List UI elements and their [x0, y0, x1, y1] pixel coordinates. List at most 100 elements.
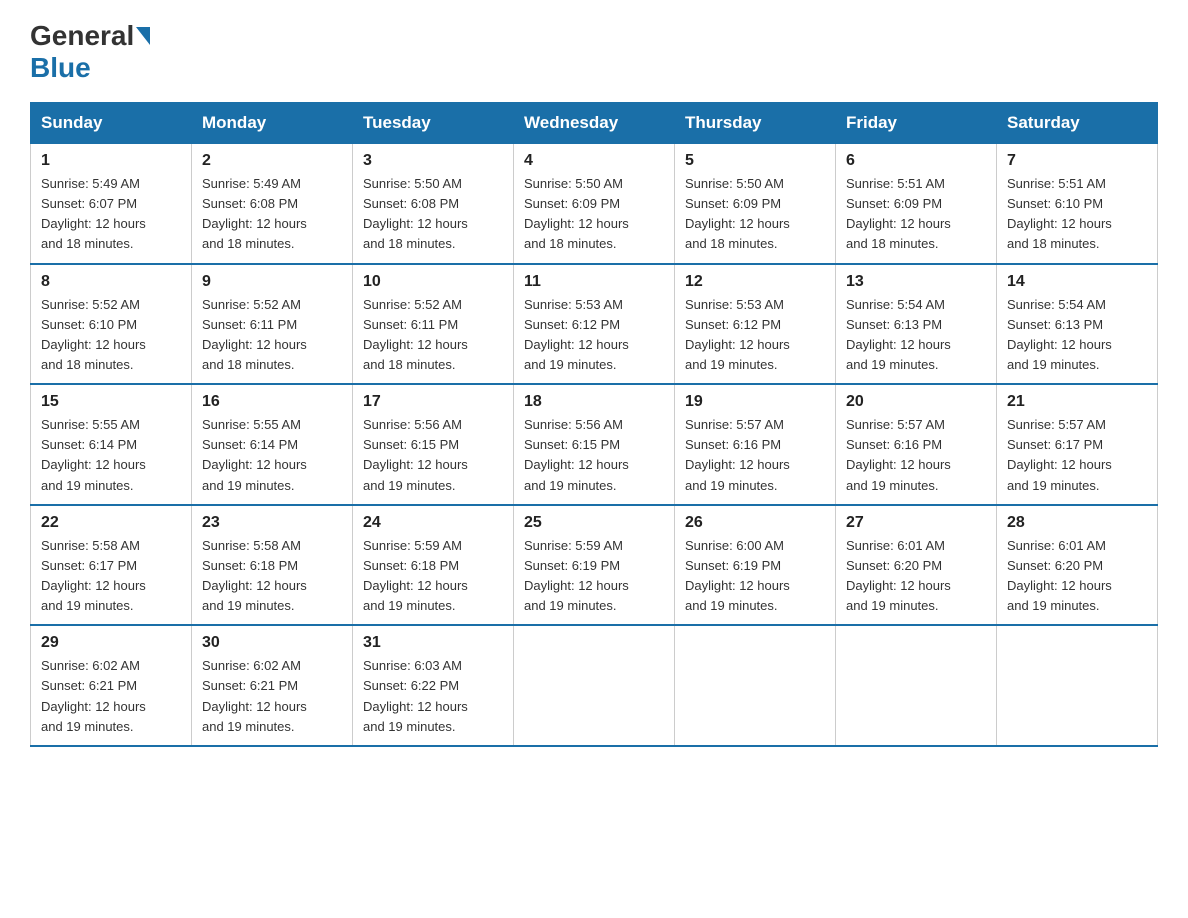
day-number: 19: [685, 393, 825, 411]
day-number: 28: [1007, 514, 1147, 532]
week-row-3: 15 Sunrise: 5:55 AMSunset: 6:14 PMDayligh…: [31, 384, 1158, 505]
calendar-table: SundayMondayTuesdayWednesdayThursdayFrid…: [30, 102, 1158, 747]
day-number: 11: [524, 273, 664, 291]
day-number: 21: [1007, 393, 1147, 411]
calendar-cell: 3 Sunrise: 5:50 AMSunset: 6:08 PMDaylight…: [353, 144, 514, 264]
day-number: 15: [41, 393, 181, 411]
calendar-cell: 11 Sunrise: 5:53 AMSunset: 6:12 PMDayligh…: [514, 264, 675, 385]
day-info: Sunrise: 5:53 AMSunset: 6:12 PMDaylight:…: [524, 295, 664, 376]
calendar-cell: [836, 625, 997, 746]
day-info: Sunrise: 5:54 AMSunset: 6:13 PMDaylight:…: [1007, 295, 1147, 376]
calendar-cell: 6 Sunrise: 5:51 AMSunset: 6:09 PMDaylight…: [836, 144, 997, 264]
day-info: Sunrise: 5:59 AMSunset: 6:18 PMDaylight:…: [363, 536, 503, 617]
day-number: 31: [363, 634, 503, 652]
day-number: 18: [524, 393, 664, 411]
day-info: Sunrise: 5:52 AMSunset: 6:11 PMDaylight:…: [202, 295, 342, 376]
calendar-cell: 14 Sunrise: 5:54 AMSunset: 6:13 PMDayligh…: [997, 264, 1158, 385]
day-number: 27: [846, 514, 986, 532]
calendar-cell: 24 Sunrise: 5:59 AMSunset: 6:18 PMDayligh…: [353, 505, 514, 626]
logo-blue-text: Blue: [30, 52, 91, 84]
day-info: Sunrise: 6:00 AMSunset: 6:19 PMDaylight:…: [685, 536, 825, 617]
day-number: 25: [524, 514, 664, 532]
day-number: 17: [363, 393, 503, 411]
day-info: Sunrise: 5:57 AMSunset: 6:17 PMDaylight:…: [1007, 415, 1147, 496]
week-row-5: 29 Sunrise: 6:02 AMSunset: 6:21 PMDayligh…: [31, 625, 1158, 746]
day-info: Sunrise: 6:02 AMSunset: 6:21 PMDaylight:…: [202, 656, 342, 737]
calendar-cell: 9 Sunrise: 5:52 AMSunset: 6:11 PMDaylight…: [192, 264, 353, 385]
day-info: Sunrise: 5:54 AMSunset: 6:13 PMDaylight:…: [846, 295, 986, 376]
calendar-cell: 20Sunrise: 5:57 AMSunset: 6:16 PMDayligh…: [836, 384, 997, 505]
calendar-cell: 2Sunrise: 5:49 AMSunset: 6:08 PMDaylight…: [192, 144, 353, 264]
day-info: Sunrise: 5:53 AMSunset: 6:12 PMDaylight:…: [685, 295, 825, 376]
calendar-cell: 13Sunrise: 5:54 AMSunset: 6:13 PMDayligh…: [836, 264, 997, 385]
day-info: Sunrise: 5:55 AMSunset: 6:14 PMDaylight:…: [41, 415, 181, 496]
days-header-row: SundayMondayTuesdayWednesdayThursdayFrid…: [31, 103, 1158, 144]
calendar-cell: [514, 625, 675, 746]
calendar-cell: 17 Sunrise: 5:56 AMSunset: 6:15 PMDayligh…: [353, 384, 514, 505]
calendar-cell: [675, 625, 836, 746]
day-info: Sunrise: 5:52 AMSunset: 6:10 PMDaylight:…: [41, 295, 181, 376]
day-number: 23: [202, 514, 342, 532]
day-info: Sunrise: 5:59 AMSunset: 6:19 PMDaylight:…: [524, 536, 664, 617]
calendar-cell: 1 Sunrise: 5:49 AMSunset: 6:07 PMDaylight…: [31, 144, 192, 264]
calendar-cell: 7Sunrise: 5:51 AMSunset: 6:10 PMDaylight…: [997, 144, 1158, 264]
page-header: General Blue: [30, 20, 1158, 84]
day-info: Sunrise: 5:52 AMSunset: 6:11 PMDaylight:…: [363, 295, 503, 376]
day-number: 8: [41, 273, 181, 291]
day-number: 1: [41, 152, 181, 170]
day-info: Sunrise: 5:56 AMSunset: 6:15 PMDaylight:…: [363, 415, 503, 496]
calendar-cell: [997, 625, 1158, 746]
logo-triangle-icon: [136, 27, 150, 45]
day-info: Sunrise: 6:03 AMSunset: 6:22 PMDaylight:…: [363, 656, 503, 737]
day-info: Sunrise: 5:58 AMSunset: 6:17 PMDaylight:…: [41, 536, 181, 617]
day-number: 12: [685, 273, 825, 291]
day-number: 5: [685, 152, 825, 170]
day-number: 16: [202, 393, 342, 411]
day-info: Sunrise: 5:50 AMSunset: 6:09 PMDaylight:…: [685, 174, 825, 255]
day-info: Sunrise: 5:49 AMSunset: 6:07 PMDaylight:…: [41, 174, 181, 255]
day-number: 14: [1007, 273, 1147, 291]
day-number: 24: [363, 514, 503, 532]
calendar-cell: 5 Sunrise: 5:50 AMSunset: 6:09 PMDaylight…: [675, 144, 836, 264]
day-number: 22: [41, 514, 181, 532]
day-number: 6: [846, 152, 986, 170]
calendar-cell: 15 Sunrise: 5:55 AMSunset: 6:14 PMDayligh…: [31, 384, 192, 505]
day-info: Sunrise: 5:57 AMSunset: 6:16 PMDaylight:…: [846, 415, 986, 496]
calendar-cell: 29 Sunrise: 6:02 AMSunset: 6:21 PMDayligh…: [31, 625, 192, 746]
week-row-1: 1 Sunrise: 5:49 AMSunset: 6:07 PMDaylight…: [31, 144, 1158, 264]
calendar-cell: 19Sunrise: 5:57 AMSunset: 6:16 PMDayligh…: [675, 384, 836, 505]
day-header-sunday: Sunday: [31, 103, 192, 144]
week-row-2: 8 Sunrise: 5:52 AMSunset: 6:10 PMDaylight…: [31, 264, 1158, 385]
day-number: 9: [202, 273, 342, 291]
day-header-wednesday: Wednesday: [514, 103, 675, 144]
day-number: 3: [363, 152, 503, 170]
day-header-tuesday: Tuesday: [353, 103, 514, 144]
logo: General Blue: [30, 20, 152, 84]
day-header-saturday: Saturday: [997, 103, 1158, 144]
calendar-cell: 8 Sunrise: 5:52 AMSunset: 6:10 PMDaylight…: [31, 264, 192, 385]
day-number: 10: [363, 273, 503, 291]
week-row-4: 22 Sunrise: 5:58 AMSunset: 6:17 PMDayligh…: [31, 505, 1158, 626]
calendar-cell: 18 Sunrise: 5:56 AMSunset: 6:15 PMDayligh…: [514, 384, 675, 505]
day-header-thursday: Thursday: [675, 103, 836, 144]
calendar-cell: 21 Sunrise: 5:57 AMSunset: 6:17 PMDayligh…: [997, 384, 1158, 505]
calendar-cell: 25 Sunrise: 5:59 AMSunset: 6:19 PMDayligh…: [514, 505, 675, 626]
day-info: Sunrise: 5:51 AMSunset: 6:10 PMDaylight:…: [1007, 174, 1147, 255]
day-number: 26: [685, 514, 825, 532]
calendar-cell: 22 Sunrise: 5:58 AMSunset: 6:17 PMDayligh…: [31, 505, 192, 626]
calendar-cell: 4Sunrise: 5:50 AMSunset: 6:09 PMDaylight…: [514, 144, 675, 264]
day-info: Sunrise: 5:50 AMSunset: 6:08 PMDaylight:…: [363, 174, 503, 255]
day-header-monday: Monday: [192, 103, 353, 144]
day-info: Sunrise: 6:02 AMSunset: 6:21 PMDaylight:…: [41, 656, 181, 737]
calendar-cell: 28Sunrise: 6:01 AMSunset: 6:20 PMDayligh…: [997, 505, 1158, 626]
day-info: Sunrise: 6:01 AMSunset: 6:20 PMDaylight:…: [846, 536, 986, 617]
calendar-cell: 12 Sunrise: 5:53 AMSunset: 6:12 PMDayligh…: [675, 264, 836, 385]
calendar-cell: 26 Sunrise: 6:00 AMSunset: 6:19 PMDayligh…: [675, 505, 836, 626]
day-number: 30: [202, 634, 342, 652]
calendar-cell: 16Sunrise: 5:55 AMSunset: 6:14 PMDayligh…: [192, 384, 353, 505]
day-info: Sunrise: 5:56 AMSunset: 6:15 PMDaylight:…: [524, 415, 664, 496]
day-info: Sunrise: 5:50 AMSunset: 6:09 PMDaylight:…: [524, 174, 664, 255]
day-info: Sunrise: 5:58 AMSunset: 6:18 PMDaylight:…: [202, 536, 342, 617]
day-info: Sunrise: 5:51 AMSunset: 6:09 PMDaylight:…: [846, 174, 986, 255]
day-number: 29: [41, 634, 181, 652]
